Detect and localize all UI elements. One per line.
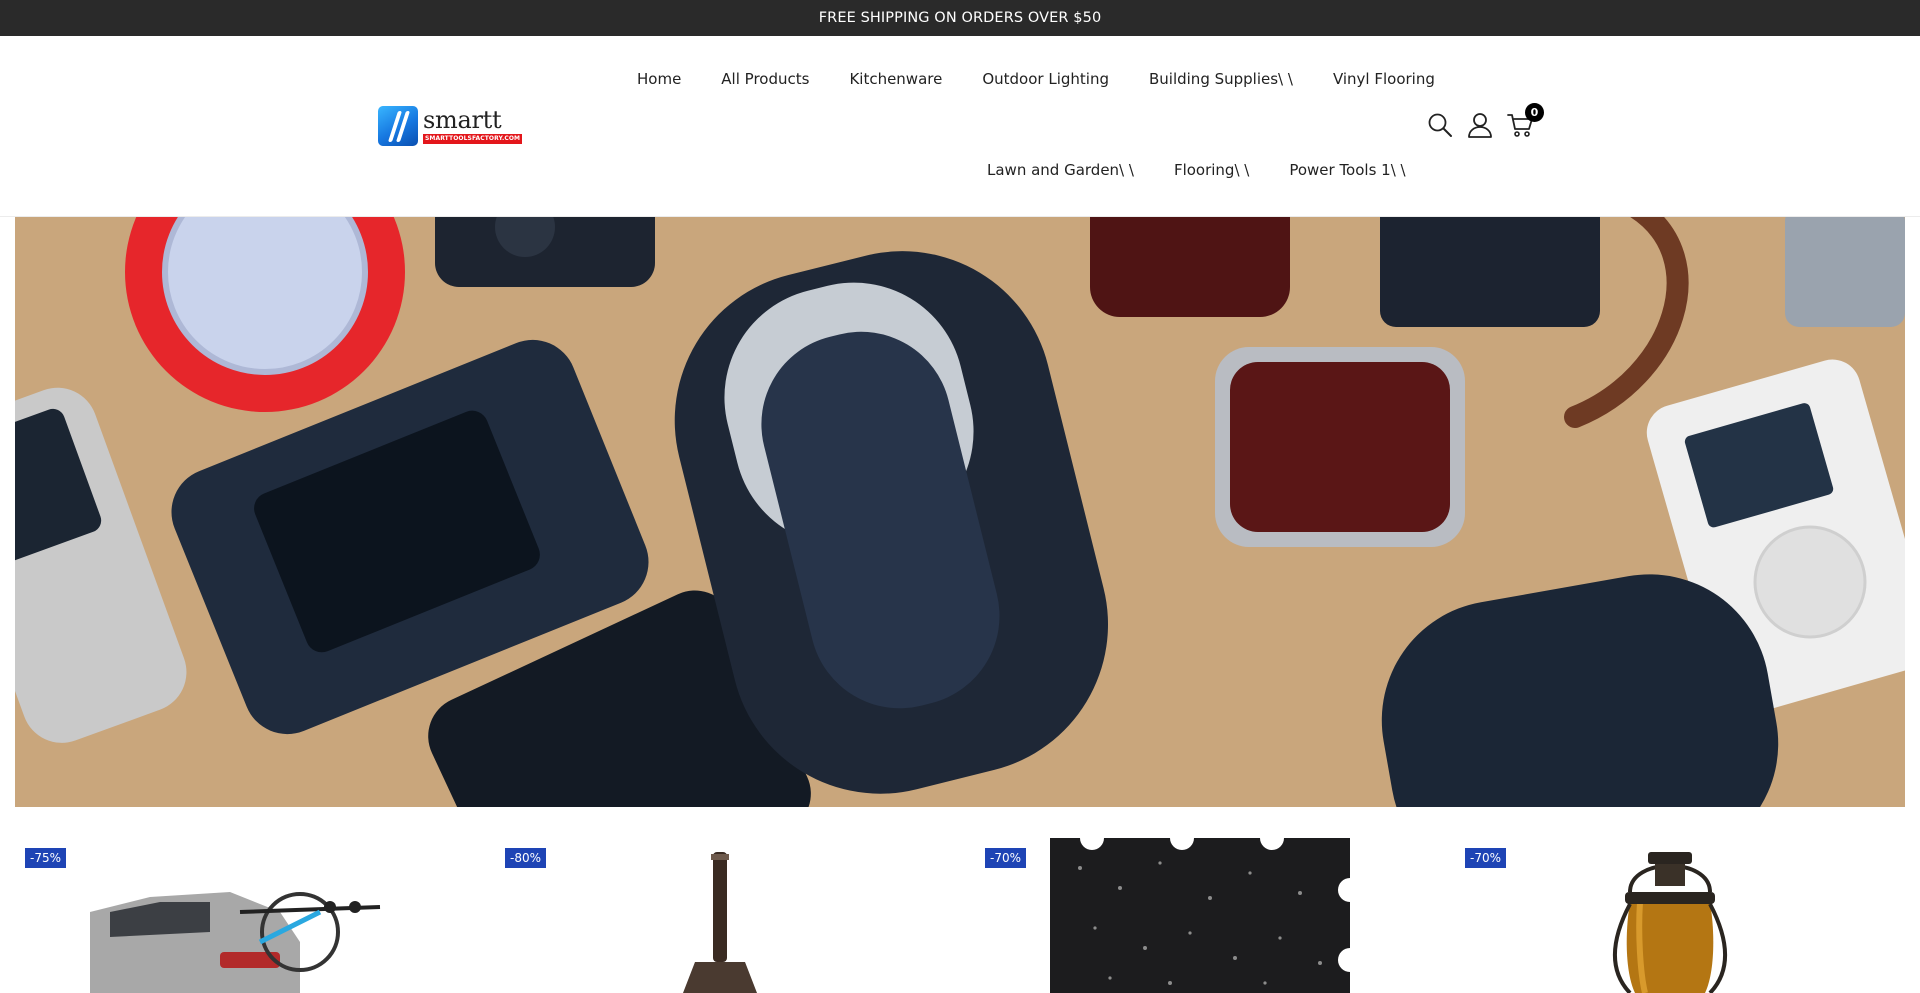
nav-power-tools[interactable]: Power Tools 1\ \: [1289, 161, 1405, 179]
announcement-text: FREE SHIPPING ON ORDERS OVER $50: [818, 10, 1102, 26]
search-icon[interactable]: [1426, 111, 1454, 139]
site-header: smartt SMARTTOOLSFACTORY.COM Home All Pr…: [0, 36, 1920, 217]
user-icon[interactable]: [1466, 111, 1494, 139]
cart-icon[interactable]: 0: [1506, 103, 1544, 139]
product-card[interactable]: -75%: [15, 807, 495, 993]
announcement-bar: FREE SHIPPING ON ORDERS OVER $50: [0, 0, 1920, 36]
nav-home[interactable]: Home: [637, 70, 681, 88]
discount-badge: -70%: [1465, 848, 1507, 868]
product-card[interactable]: -70%: [975, 807, 1455, 993]
logo-tagline: SMARTTOOLSFACTORY.COM: [423, 134, 523, 144]
product-card[interactable]: -80%: [495, 807, 975, 993]
discount-badge: -75%: [25, 848, 67, 868]
product-image: [683, 852, 757, 993]
product-image: [1050, 838, 1350, 993]
discount-badge: -70%: [985, 848, 1027, 868]
hero-image: [15, 217, 1905, 807]
product-card[interactable]: -70%: [1455, 807, 1920, 993]
main-nav-row-1: Home All Products Kitchenware Outdoor Li…: [637, 70, 1435, 88]
nav-outdoor-lighting[interactable]: Outdoor Lighting: [982, 70, 1109, 88]
nav-lawn-and-garden[interactable]: Lawn and Garden\ \: [987, 161, 1134, 179]
product-grid: -75% -80% -70% -70%: [0, 807, 1920, 993]
product-image: [1613, 852, 1727, 993]
main-nav-row-2: Lawn and Garden\ \ Flooring\ \ Power Too…: [987, 161, 1406, 179]
logo-name: smartt: [423, 106, 502, 134]
product-image: [90, 892, 381, 993]
header-icons: 0: [1426, 103, 1544, 139]
nav-kitchenware[interactable]: Kitchenware: [849, 70, 942, 88]
site-logo[interactable]: smartt SMARTTOOLSFACTORY.COM: [378, 105, 533, 147]
nav-vinyl-flooring[interactable]: Vinyl Flooring: [1333, 70, 1435, 88]
cart-count-badge: 0: [1525, 103, 1544, 122]
nav-all-products[interactable]: All Products: [721, 70, 809, 88]
logo-mark-icon: [378, 106, 418, 146]
hero-banner[interactable]: [15, 217, 1905, 807]
discount-badge: -80%: [505, 848, 547, 868]
nav-flooring[interactable]: Flooring\ \: [1174, 161, 1249, 179]
nav-building-supplies[interactable]: Building Supplies\ \: [1149, 70, 1293, 88]
